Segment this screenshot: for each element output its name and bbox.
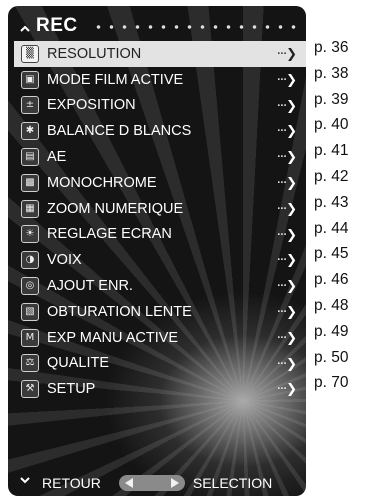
left-arrow-icon [124,478,133,488]
selector-pad-icon[interactable] [118,475,185,491]
menu-item[interactable]: ◎ AJOUT ENR. ···❯ [14,273,306,299]
digital-zoom-icon: ▦ [21,199,39,218]
submenu-arrow-icon: ···❯ [276,72,297,88]
page-reference: p. 50 [314,348,349,366]
manual-exposure-icon: M [21,328,39,347]
screen-adjust-icon: ☀ [21,225,39,244]
camera-lcd-screen: REC ▒ RESOLUTION ···❯ ▣ MODE FILM ACTIVE ···❯… [8,6,306,496]
page-reference: p. 44 [314,219,349,237]
header-dotted-line [91,25,300,29]
submenu-arrow-icon: ···❯ [276,253,297,269]
page-reference: p. 43 [314,193,349,211]
menu-item[interactable]: ▣ MODE FILM ACTIVE ···❯ [14,67,306,93]
menu-item-label: MONOCHROME [47,174,157,191]
menu-item-label: QUALITE [47,355,110,372]
menu-item[interactable]: ☀ REGLAGE ECRAN ···❯ [14,222,306,248]
menu-item-label: VOIX [47,252,82,269]
page-reference: p. 49 [314,322,349,340]
menu-item[interactable]: ▤ AE ···❯ [14,144,306,170]
slow-shutter-icon: ▧ [21,302,39,321]
menu-item-label: EXP MANU ACTIVE [47,329,179,346]
menu-footer: RETOUR SELECTION [20,472,300,494]
menu-item[interactable]: ▩ MONOCHROME ···❯ [14,170,306,196]
menu-item[interactable]: ◑ VOIX ···❯ [14,247,306,273]
menu-item[interactable]: ▒ RESOLUTION ···❯ [14,41,306,67]
menu-item-label: EXPOSITION [47,97,136,114]
menu-item-label: OBTURATION LENTE [47,303,192,320]
page-references: p. 36 p. 38 p. 39 p. 40 p. 41 p. 42 p. 43 p. 44… [314,35,374,396]
white-balance-icon: ✱ [21,122,39,141]
submenu-arrow-icon: ···❯ [276,304,297,320]
page-reference: p. 45 [314,245,349,263]
movie-camera-icon: ▣ [21,70,39,89]
menu-header: REC [20,12,300,40]
selection-label[interactable]: SELECTION [193,475,272,491]
quality-icon: ⚖ [21,354,39,373]
chevron-down-icon[interactable] [20,475,30,485]
chevron-up-icon [20,25,30,32]
menu-item-label: REGLAGE ECRAN [47,226,172,243]
page-reference: p. 70 [314,374,349,392]
menu-title: REC [36,15,78,36]
submenu-arrow-icon: ···❯ [276,124,297,140]
menu-item[interactable]: M EXP MANU ACTIVE ···❯ [14,325,306,351]
voice-icon: ◑ [21,251,39,270]
page-reference: p. 36 [314,39,349,56]
submenu-arrow-icon: ···❯ [276,98,297,114]
menu-item-label: MODE FILM ACTIVE [47,71,184,88]
submenu-arrow-icon: ···❯ [276,356,297,372]
submenu-arrow-icon: ···❯ [276,330,297,346]
menu-item-label: AJOUT ENR. [47,278,133,295]
submenu-arrow-icon: ···❯ [276,150,297,166]
submenu-arrow-icon: ···❯ [276,227,297,243]
page-reference: p. 38 [314,64,349,82]
retour-label[interactable]: RETOUR [42,475,101,491]
page-reference: p. 46 [314,271,349,289]
submenu-arrow-icon: ···❯ [276,47,297,62]
menu-item[interactable]: ⚖ QUALITE ···❯ [14,351,306,377]
submenu-arrow-icon: ···❯ [276,279,297,295]
monochrome-icon: ▩ [21,173,39,192]
menu-item[interactable]: ⚒ SETUP ···❯ [14,376,306,402]
page-reference: p. 48 [314,296,349,314]
right-arrow-icon [170,478,179,488]
menu-item-label: BALANCE D BLANCS [47,123,192,140]
menu-item[interactable]: ✱ BALANCE D BLANCS ···❯ [14,118,306,144]
menu-item[interactable]: ▦ ZOOM NUMERIQUE ···❯ [14,196,306,222]
ae-lock-icon: ▤ [21,148,39,167]
rec-menu: ▒ RESOLUTION ···❯ ▣ MODE FILM ACTIVE ···❯ ± EXP… [14,41,306,402]
page-reference: p. 40 [314,116,349,134]
menu-item-label: RESOLUTION [47,45,142,62]
menu-item[interactable]: ▧ OBTURATION LENTE ···❯ [14,299,306,325]
submenu-arrow-icon: ···❯ [276,175,297,191]
setup-icon: ⚒ [21,380,39,399]
menu-item-label: ZOOM NUMERIQUE [47,200,184,217]
submenu-arrow-icon: ···❯ [276,382,297,398]
menu-item-label: SETUP [47,381,96,398]
page-reference: p. 41 [314,142,349,160]
menu-item[interactable]: ± EXPOSITION ···❯ [14,93,306,119]
exposure-compensation-icon: ± [21,96,39,115]
add-record-icon: ◎ [21,277,39,296]
page-reference: p. 39 [314,90,349,108]
resolution-icon: ▒ [21,44,39,63]
page-reference: p. 42 [314,167,349,185]
submenu-arrow-icon: ···❯ [276,201,297,217]
menu-item-label: AE [47,149,67,166]
